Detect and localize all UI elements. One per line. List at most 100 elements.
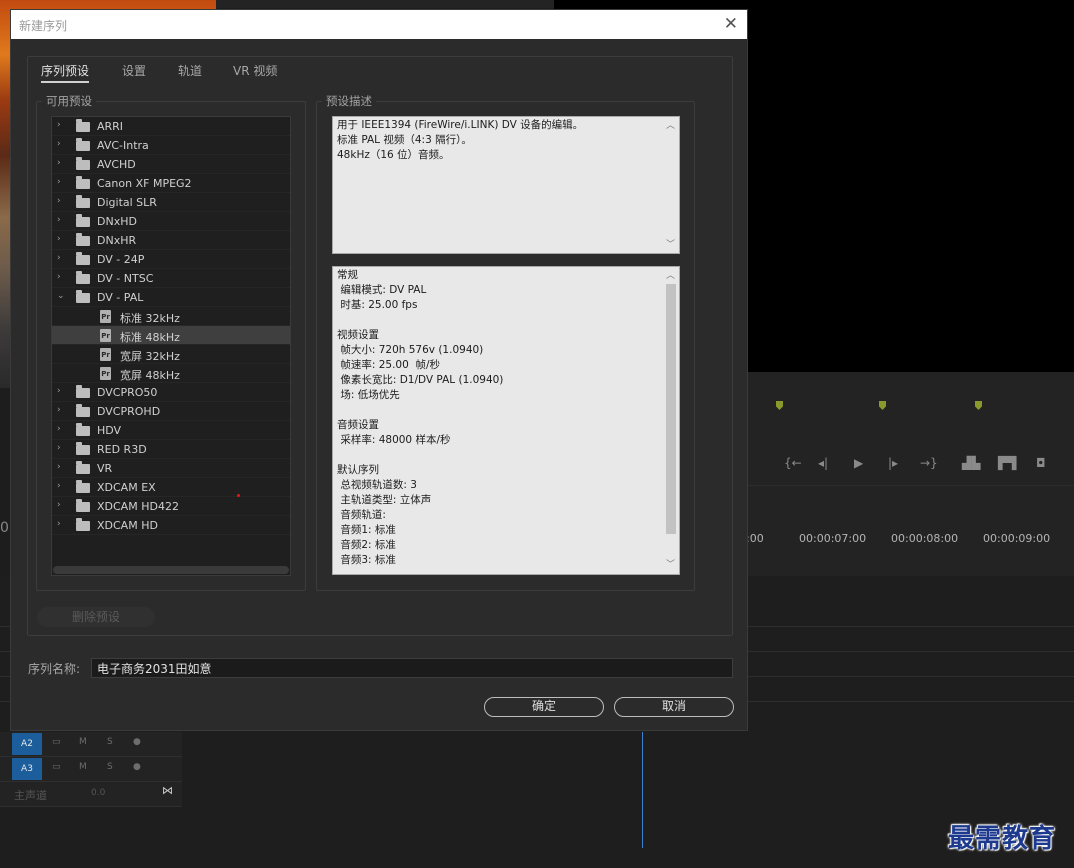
preset-folder-row[interactable]: › AVCHD xyxy=(52,155,290,174)
folder-icon xyxy=(76,461,90,474)
description-line: 音频1: 标准 xyxy=(337,524,396,536)
preset-folder-label: Canon XF MPEG2 xyxy=(97,177,192,190)
sequence-name-input[interactable] xyxy=(91,658,733,678)
play-icon[interactable]: ▶ xyxy=(854,456,863,470)
chevron-right-icon[interactable]: › xyxy=(57,386,61,396)
bowtie-icon[interactable]: ⋈ xyxy=(162,784,173,797)
chevron-down-icon[interactable]: ⌄ xyxy=(57,291,65,301)
preset-folder-row[interactable]: › Canon XF MPEG2 xyxy=(52,174,290,193)
preset-folder-row[interactable]: › DNxHR xyxy=(52,231,290,250)
tab-tracks[interactable]: 轨道 xyxy=(178,62,202,79)
tab-sequence-presets[interactable]: 序列预设 xyxy=(41,62,90,83)
dialog-titlebar[interactable]: 新建序列 ✕ xyxy=(11,10,747,39)
chevron-right-icon[interactable]: › xyxy=(57,500,61,510)
timecode-label: 00:00:07:00 xyxy=(799,532,867,545)
preset-folder-row[interactable]: › VR xyxy=(52,459,290,478)
preset-folder-label: DNxHD xyxy=(97,215,137,228)
scroll-down-icon[interactable]: ﹀ xyxy=(666,238,675,253)
preset-folder-row[interactable]: › DV - NTSC xyxy=(52,269,290,288)
folder-icon xyxy=(76,176,90,189)
scroll-down-icon[interactable]: ﹀ xyxy=(666,558,675,573)
chevron-right-icon[interactable]: › xyxy=(57,215,61,225)
export-frame-icon[interactable]: ◘ xyxy=(1036,456,1046,470)
preset-folder-row[interactable]: › XDCAM HD422 xyxy=(52,497,290,516)
track-target-a2[interactable]: A2 xyxy=(12,733,42,755)
preset-details-box[interactable]: 常规 编辑模式: DV PAL 时基: 25.00 fps 视频设置 帧大小: 7… xyxy=(332,266,680,575)
chevron-right-icon[interactable]: › xyxy=(57,272,61,282)
preset-folder-row[interactable]: › DVCPROHD xyxy=(52,402,290,421)
microphone-icon[interactable]: ● xyxy=(133,737,141,747)
go-to-out-icon[interactable]: →} xyxy=(920,456,938,470)
chevron-right-icon[interactable]: › xyxy=(57,158,61,168)
preset-item-row[interactable]: Pr 标准 32kHz xyxy=(52,307,290,326)
preset-tree[interactable]: › ARRI › AVC-Intra › AVCHD › Canon XF MPEG2 › Dig… xyxy=(51,116,291,576)
preset-folder-row[interactable]: › DNxHD xyxy=(52,212,290,231)
description-line: 音频3: 标准 xyxy=(337,554,396,566)
go-to-in-icon[interactable]: {← xyxy=(784,456,802,470)
chevron-right-icon[interactable]: › xyxy=(57,443,61,453)
playhead-line[interactable] xyxy=(642,732,643,848)
preset-folder-row[interactable]: ⌄ DV - PAL xyxy=(52,288,290,307)
preset-folder-row[interactable]: › DVCPRO50 xyxy=(52,383,290,402)
preset-item-row[interactable]: Pr 宽屏 32kHz xyxy=(52,345,290,364)
chevron-right-icon[interactable]: › xyxy=(57,120,61,130)
premiere-preset-icon: Pr xyxy=(100,348,111,361)
description-line xyxy=(337,403,503,418)
preset-folder-row[interactable]: › DV - 24P xyxy=(52,250,290,269)
preset-folder-row[interactable]: › ARRI xyxy=(52,117,290,136)
delete-preset-button[interactable]: 删除预设 xyxy=(37,607,155,627)
chevron-right-icon[interactable]: › xyxy=(57,234,61,244)
chevron-right-icon[interactable]: › xyxy=(57,424,61,434)
chevron-right-icon[interactable]: › xyxy=(57,462,61,472)
tab-settings[interactable]: 设置 xyxy=(122,62,146,79)
mute-button[interactable]: M xyxy=(79,762,87,772)
solo-button[interactable]: S xyxy=(107,737,113,747)
preset-folder-row[interactable]: › Digital SLR xyxy=(52,193,290,212)
chevron-right-icon[interactable]: › xyxy=(57,253,61,263)
preset-folder-row[interactable]: › XDCAM HD xyxy=(52,516,290,535)
chevron-right-icon[interactable]: › xyxy=(57,177,61,187)
description-line: 帧速率: 25.00 帧/秒 xyxy=(337,359,440,371)
scroll-up-icon[interactable]: ︿ xyxy=(666,269,675,284)
preset-folder-row[interactable]: › RED R3D xyxy=(52,440,290,459)
preset-folder-row[interactable]: › HDV xyxy=(52,421,290,440)
preset-item-row[interactable]: Pr 宽屏 48kHz xyxy=(52,364,290,383)
scroll-up-icon[interactable]: ︿ xyxy=(666,119,675,134)
chevron-right-icon[interactable]: › xyxy=(57,519,61,529)
cancel-button[interactable]: 取消 xyxy=(614,697,734,717)
timeline-ruler[interactable] xyxy=(748,486,1074,576)
preset-description-box[interactable]: 用于 IEEE1394 (FireWire/i.LINK) DV 设备的编辑。标… xyxy=(332,116,680,254)
chevron-right-icon[interactable]: › xyxy=(57,196,61,206)
preset-folder-row[interactable]: › AVC-Intra xyxy=(52,136,290,155)
close-icon[interactable]: ✕ xyxy=(724,14,738,34)
sync-lock-icon[interactable]: ▭ xyxy=(52,762,61,772)
mute-button[interactable]: M xyxy=(79,737,87,747)
tab-vr-video[interactable]: VR 视频 xyxy=(233,62,277,79)
premiere-preset-icon: Pr xyxy=(100,310,111,323)
preset-folder-row[interactable]: › XDCAM EX xyxy=(52,478,290,497)
microphone-icon[interactable]: ● xyxy=(133,762,141,772)
chevron-right-icon[interactable]: › xyxy=(57,481,61,491)
description-line: 默认序列 xyxy=(337,464,379,476)
chevron-right-icon[interactable]: › xyxy=(57,405,61,415)
step-forward-icon[interactable]: |▸ xyxy=(888,456,898,470)
lift-icon[interactable]: ▟▙ xyxy=(962,456,980,470)
solo-button[interactable]: S xyxy=(107,762,113,772)
preset-item-row[interactable]: Pr 标准 48kHz xyxy=(52,326,290,345)
description-scrollbar[interactable]: ︿ ﹀ xyxy=(664,118,678,252)
program-ruler[interactable] xyxy=(748,372,1074,438)
track-target-a3[interactable]: A3 xyxy=(12,758,42,780)
description-line: 时基: 25.00 fps xyxy=(337,299,418,311)
ok-button[interactable]: 确定 xyxy=(484,697,604,717)
description-line: 音频轨道: xyxy=(337,509,386,521)
chevron-right-icon[interactable]: › xyxy=(57,139,61,149)
tree-horizontal-scrollbar[interactable] xyxy=(53,566,289,574)
description-line: 常规 xyxy=(337,269,358,281)
preset-folder-label: XDCAM HD422 xyxy=(97,500,179,513)
scrollbar-thumb[interactable] xyxy=(666,284,676,534)
master-volume-value[interactable]: 0.0 xyxy=(91,788,105,798)
sync-lock-icon[interactable]: ▭ xyxy=(52,737,61,747)
step-back-icon[interactable]: ◂| xyxy=(818,456,828,470)
extract-icon[interactable]: ▛▜ xyxy=(998,456,1016,470)
details-scrollbar[interactable]: ︿ ﹀ xyxy=(664,268,678,573)
